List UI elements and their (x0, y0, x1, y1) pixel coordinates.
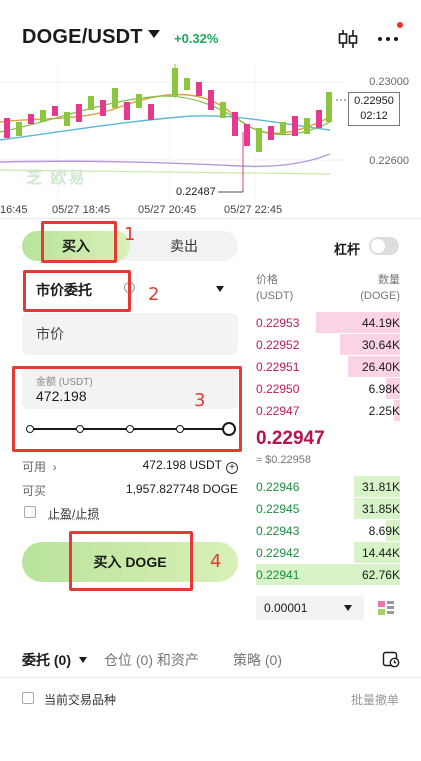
history-icon[interactable] (382, 650, 400, 668)
current-price-tag: 0.22950 02:12 (348, 92, 400, 126)
time-tick: 16:45 (0, 204, 28, 216)
available-value: 472.198 USDT + (143, 458, 238, 474)
bid-price: 0.22943 (256, 524, 300, 538)
annotation-box-4 (69, 531, 193, 591)
ask-row[interactable]: 0.22947 2.25K (256, 400, 400, 421)
bottom-tabs: 委托 (0) 仓位 (0) 和资产 策略 (0) (0, 638, 421, 678)
ask-qty: 26.40K (361, 360, 400, 374)
current-pair-label[interactable]: 当前交易品种 (44, 691, 116, 708)
ask-row[interactable]: 0.22952 30.64K (256, 334, 400, 355)
leverage-toggle[interactable] (369, 237, 399, 255)
annotation-number: 3 (194, 390, 206, 411)
bid-price: 0.22941 (256, 568, 300, 582)
pair-title[interactable]: DOGE/USDT (22, 26, 143, 49)
bid-price: 0.22942 (256, 546, 300, 560)
annotation-number: 4 (210, 551, 222, 572)
chevron-down-icon (344, 605, 352, 611)
bid-qty: 31.85K (361, 502, 400, 516)
annotation-box-2 (23, 270, 131, 312)
watermark: 芝 欧易 (26, 170, 87, 187)
tpsl-label[interactable]: 止盈/止损 (48, 505, 99, 522)
ask-price: 0.22951 (256, 360, 300, 374)
precision-value: 0.00001 (264, 601, 308, 615)
time-tick: 05/27 20:45 (138, 204, 197, 216)
ask-qty: 2.25K (368, 404, 400, 418)
batch-cancel-button[interactable]: 批量撤单 (351, 691, 399, 708)
header: DOGE/USDT +0.32% (0, 0, 421, 66)
ask-price: 0.22950 (256, 382, 300, 396)
orderbook-layout-icon[interactable] (376, 598, 396, 618)
time-tick: 05/27 18:45 (52, 204, 111, 216)
bid-row[interactable]: 0.22943 8.69K (256, 520, 400, 541)
ask-price: 0.22953 (256, 316, 300, 330)
more-icon[interactable] (376, 30, 400, 48)
bid-row[interactable]: 0.22946 31.81K (256, 476, 400, 497)
ask-row[interactable]: 0.22951 26.40K (256, 356, 400, 377)
ask-price: 0.22952 (256, 338, 300, 352)
current-pair-checkbox[interactable] (22, 692, 34, 704)
bid-price: 0.22946 (256, 480, 300, 494)
bid-qty: 14.44K (361, 546, 400, 560)
ask-qty: 44.19K (361, 316, 400, 330)
ask-row[interactable]: 0.22950 6.98K (256, 378, 400, 399)
price-input[interactable]: 市价 (22, 313, 238, 355)
notification-dot (397, 22, 403, 28)
orderbook-price-header: 价格 (USDT) (256, 274, 294, 302)
ask-qty: 6.98K (368, 382, 400, 396)
tpsl-checkbox[interactable] (24, 506, 36, 518)
ask-qty: 30.64K (361, 338, 400, 352)
current-price: 0.22950 (354, 95, 394, 107)
buyable-label: 可买 (22, 484, 47, 498)
bid-qty: 62.76K (361, 568, 400, 582)
bid-qty: 31.81K (361, 480, 400, 494)
buyable-value: 1,957.827748 DOGE (125, 482, 238, 496)
precision-select[interactable]: 0.00001 (256, 596, 364, 620)
last-price: 0.22947 (256, 428, 325, 449)
bid-row[interactable]: 0.22942 14.44K (256, 542, 400, 563)
last-price-fiat: ≈ $0.22958 (256, 454, 311, 466)
sell-tab[interactable]: 卖出 (130, 231, 238, 261)
pair-dropdown-icon[interactable] (148, 30, 160, 38)
annotation-box-1 (41, 221, 117, 263)
divider (0, 218, 421, 219)
ask-price: 0.22947 (256, 404, 300, 418)
annotation-number: 2 (148, 284, 160, 305)
tab-positions[interactable]: 仓位 (0) 和资产 (104, 650, 199, 670)
candlestick-chart-icon[interactable] (336, 28, 360, 50)
time-tick: 05/27 22:45 (224, 204, 283, 216)
annotation-number: 1 (124, 224, 136, 245)
bid-row[interactable]: 0.22941 62.76K (256, 564, 400, 585)
price-change: +0.32% (174, 31, 219, 46)
price-tick: 0.23000 (369, 76, 409, 88)
bid-price: 0.22945 (256, 502, 300, 516)
chevron-down-icon[interactable] (79, 657, 87, 663)
annotation-box-3 (12, 366, 242, 452)
plus-icon[interactable]: + (226, 462, 238, 474)
candle-countdown: 02:12 (360, 110, 388, 122)
tab-orders[interactable]: 委托 (0) (22, 650, 71, 670)
price-tick: 0.22600 (369, 155, 409, 167)
bid-qty: 8.69K (368, 524, 400, 538)
leverage-label: 杠杆 (334, 242, 361, 257)
ask-row[interactable]: 0.22953 44.19K (256, 312, 400, 333)
low-price-label: 0.22487 (176, 186, 216, 198)
bid-row[interactable]: 0.22945 31.85K (256, 498, 400, 519)
orderbook-qty-header: 数量 (DOGE) (360, 274, 400, 302)
available-label: 可用 › (22, 460, 57, 474)
chevron-down-icon (216, 286, 224, 292)
tab-strategy[interactable]: 策略 (0) (233, 650, 282, 670)
